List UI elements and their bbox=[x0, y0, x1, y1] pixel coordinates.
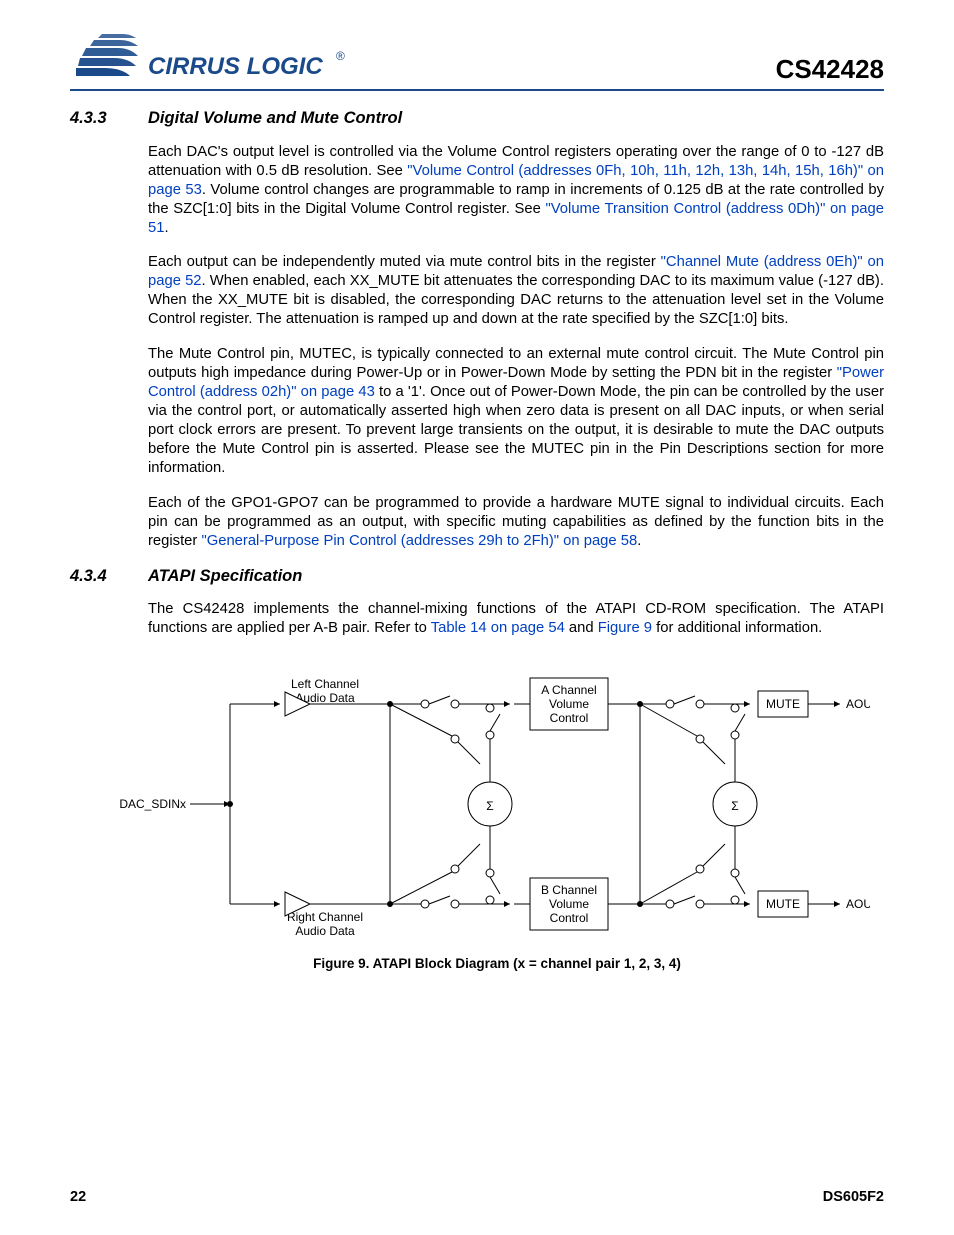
page-number: 22 bbox=[70, 1189, 86, 1205]
sigma-2: Σ bbox=[731, 799, 738, 813]
cirrus-logo-icon: CIRRUS LOGIC ® bbox=[70, 30, 370, 85]
label-right-ch1: Right Channel bbox=[287, 910, 363, 924]
part-number: CS42428 bbox=[776, 54, 884, 85]
page-footer: 22 DS605F2 bbox=[70, 1189, 884, 1205]
box-a-2: Volume bbox=[549, 697, 589, 711]
section-4-3-4: 4.3.4 ATAPI Specification The CS42428 im… bbox=[70, 567, 884, 639]
doc-number: DS605F2 bbox=[823, 1189, 884, 1205]
box-a-1: A Channel bbox=[541, 683, 596, 697]
page: CIRRUS LOGIC ® CS42428 4.3.3 Digital Vol… bbox=[0, 0, 954, 1235]
link-gpio-control[interactable]: "General-Purpose Pin Control (addresses … bbox=[201, 533, 637, 549]
mute-b: MUTE bbox=[766, 897, 800, 911]
figure-caption: Figure 9. ATAPI Block Diagram (x = chann… bbox=[110, 956, 884, 971]
page-header: CIRRUS LOGIC ® CS42428 bbox=[70, 30, 884, 91]
paragraph: Each output can be independently muted v… bbox=[148, 253, 884, 329]
label-right-ch2: Audio Data bbox=[295, 924, 355, 938]
paragraph: The Mute Control pin, MUTEC, is typicall… bbox=[148, 345, 884, 478]
section-4-3-3: 4.3.3 Digital Volume and Mute Control Ea… bbox=[70, 109, 884, 551]
box-b-1: B Channel bbox=[541, 883, 597, 897]
paragraph: Each of the GPO1-GPO7 can be programmed … bbox=[148, 494, 884, 551]
label-left-ch1: Left Channel bbox=[291, 677, 359, 691]
mute-a: MUTE bbox=[766, 697, 800, 711]
box-b-3: Control bbox=[550, 911, 589, 925]
section-number: 4.3.4 bbox=[70, 567, 148, 586]
brand-reg: ® bbox=[336, 49, 345, 63]
brand-logo: CIRRUS LOGIC ® bbox=[70, 30, 370, 85]
brand-text: CIRRUS LOGIC bbox=[148, 53, 323, 80]
label-dac-sdin: DAC_SDINx bbox=[119, 797, 186, 811]
section-title: ATAPI Specification bbox=[148, 567, 302, 586]
box-a-3: Control bbox=[550, 711, 589, 725]
section-heading: 4.3.3 Digital Volume and Mute Control bbox=[70, 109, 884, 128]
section-number: 4.3.3 bbox=[70, 109, 148, 128]
sigma-1: Σ bbox=[486, 799, 493, 813]
box-b-2: Volume bbox=[549, 897, 589, 911]
paragraph: The CS42428 implements the channel-mixin… bbox=[148, 600, 884, 638]
section-heading: 4.3.4 ATAPI Specification bbox=[70, 567, 884, 586]
aoutb: AOUTBx bbox=[846, 897, 870, 911]
paragraph: Each DAC's output level is controlled vi… bbox=[148, 143, 884, 238]
link-table14[interactable]: Table 14 on page 54 bbox=[431, 620, 565, 636]
link-figure9[interactable]: Figure 9 bbox=[598, 620, 652, 636]
aouta: AOUTAx bbox=[846, 697, 870, 711]
figure-9: .t { font-family: Arial; font-size: 12px… bbox=[110, 664, 884, 971]
atapi-block-diagram: .t { font-family: Arial; font-size: 12px… bbox=[110, 664, 870, 944]
section-title: Digital Volume and Mute Control bbox=[148, 109, 402, 128]
